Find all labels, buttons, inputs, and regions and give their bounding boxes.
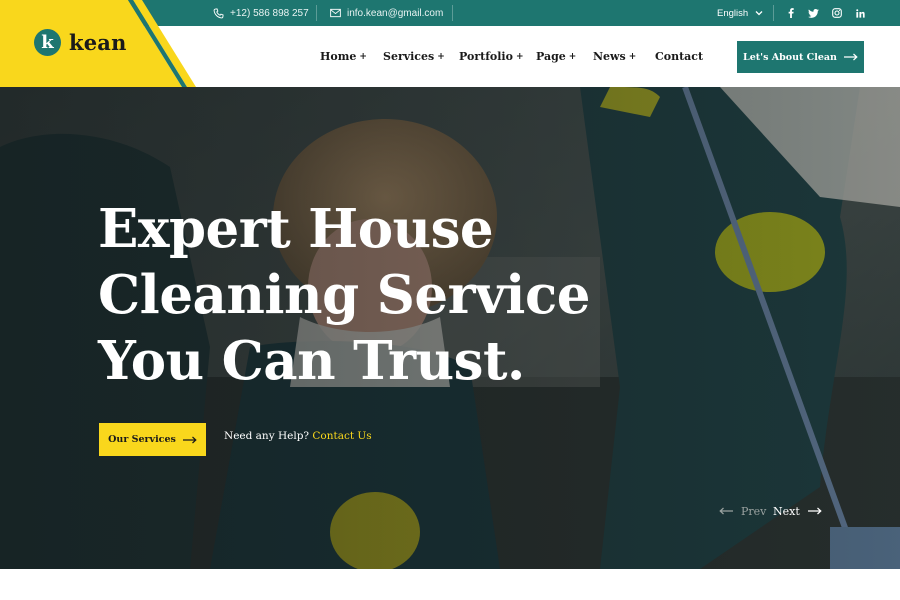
contact-us-link[interactable]: Contact Us [312, 430, 371, 442]
cta-button[interactable]: Let's About Clean [737, 41, 864, 73]
linkedin-link[interactable] [853, 0, 867, 26]
plus-icon: + [628, 51, 637, 62]
logo-wordmark: kean [69, 30, 127, 55]
nav-item-page[interactable]: Page + [536, 26, 576, 87]
arrow-right-icon [182, 436, 197, 443]
nav-item-label: Contact [655, 50, 704, 63]
mail-icon [330, 8, 341, 18]
help-label: Need any Help? [224, 430, 310, 442]
divider [452, 5, 453, 21]
headline-line: You Can Trust. [98, 330, 525, 392]
nav-item-label: Portfolio [459, 50, 513, 63]
plus-icon: + [515, 51, 524, 62]
help-text: Need any Help? Contact Us [224, 430, 372, 442]
phone-icon [213, 7, 224, 18]
hero-section: Expert House Cleaning Service You Can Tr… [0, 87, 900, 569]
nav-item-label: News [593, 50, 626, 63]
facebook-link[interactable] [784, 0, 798, 26]
arrow-right-icon [807, 507, 822, 515]
nav-item-portfolio[interactable]: Portfolio + [459, 26, 524, 87]
instagram-link[interactable] [830, 0, 844, 26]
headline-line: Cleaning Service [98, 264, 590, 326]
facebook-icon [788, 8, 794, 18]
instagram-icon [832, 8, 842, 18]
plus-icon: + [568, 51, 577, 62]
our-services-label: Our Services [108, 434, 176, 445]
plus-icon: + [359, 51, 367, 62]
email-address: info.kean@gmail.com [347, 7, 444, 19]
arrow-left-icon [719, 507, 733, 515]
phone-contact[interactable]: +12) 586 898 257 [213, 0, 309, 26]
headline-line: Expert House [98, 198, 494, 260]
prev-label: Prev [741, 504, 767, 518]
nav-item-contact[interactable]: Contact [655, 26, 703, 87]
twitter-link[interactable] [806, 0, 820, 26]
nav-item-label: Page [536, 50, 566, 63]
prev-slide-button[interactable]: Prev [719, 503, 766, 519]
logo-mark-icon: k [34, 29, 61, 56]
plus-icon: + [437, 51, 445, 62]
next-label: Next [773, 504, 800, 518]
language-select[interactable]: English [717, 0, 763, 26]
site-logo[interactable]: k kean [34, 29, 127, 56]
nav-item-label: Services [383, 50, 435, 63]
twitter-icon [807, 8, 819, 18]
nav-item-home[interactable]: Home + [320, 26, 367, 87]
arrow-right-icon [843, 53, 858, 61]
nav-item-news[interactable]: News + [593, 26, 636, 87]
cta-label: Let's About Clean [743, 51, 837, 63]
our-services-button[interactable]: Our Services [99, 423, 206, 456]
chevron-down-icon [755, 11, 763, 16]
phone-number: +12) 586 898 257 [230, 7, 309, 19]
top-bar: +12) 586 898 257 info.kean@gmail.com Eng… [0, 0, 900, 26]
nav-item-services[interactable]: Services + [383, 26, 445, 87]
divider [773, 5, 774, 21]
linkedin-icon [855, 8, 865, 18]
language-label: English [717, 7, 749, 19]
hero-headline: Expert House Cleaning Service You Can Tr… [98, 196, 658, 394]
nav-item-label: Home [320, 50, 357, 63]
email-contact[interactable]: info.kean@gmail.com [330, 0, 443, 26]
next-slide-button[interactable]: Next [773, 503, 822, 519]
divider [316, 5, 317, 21]
